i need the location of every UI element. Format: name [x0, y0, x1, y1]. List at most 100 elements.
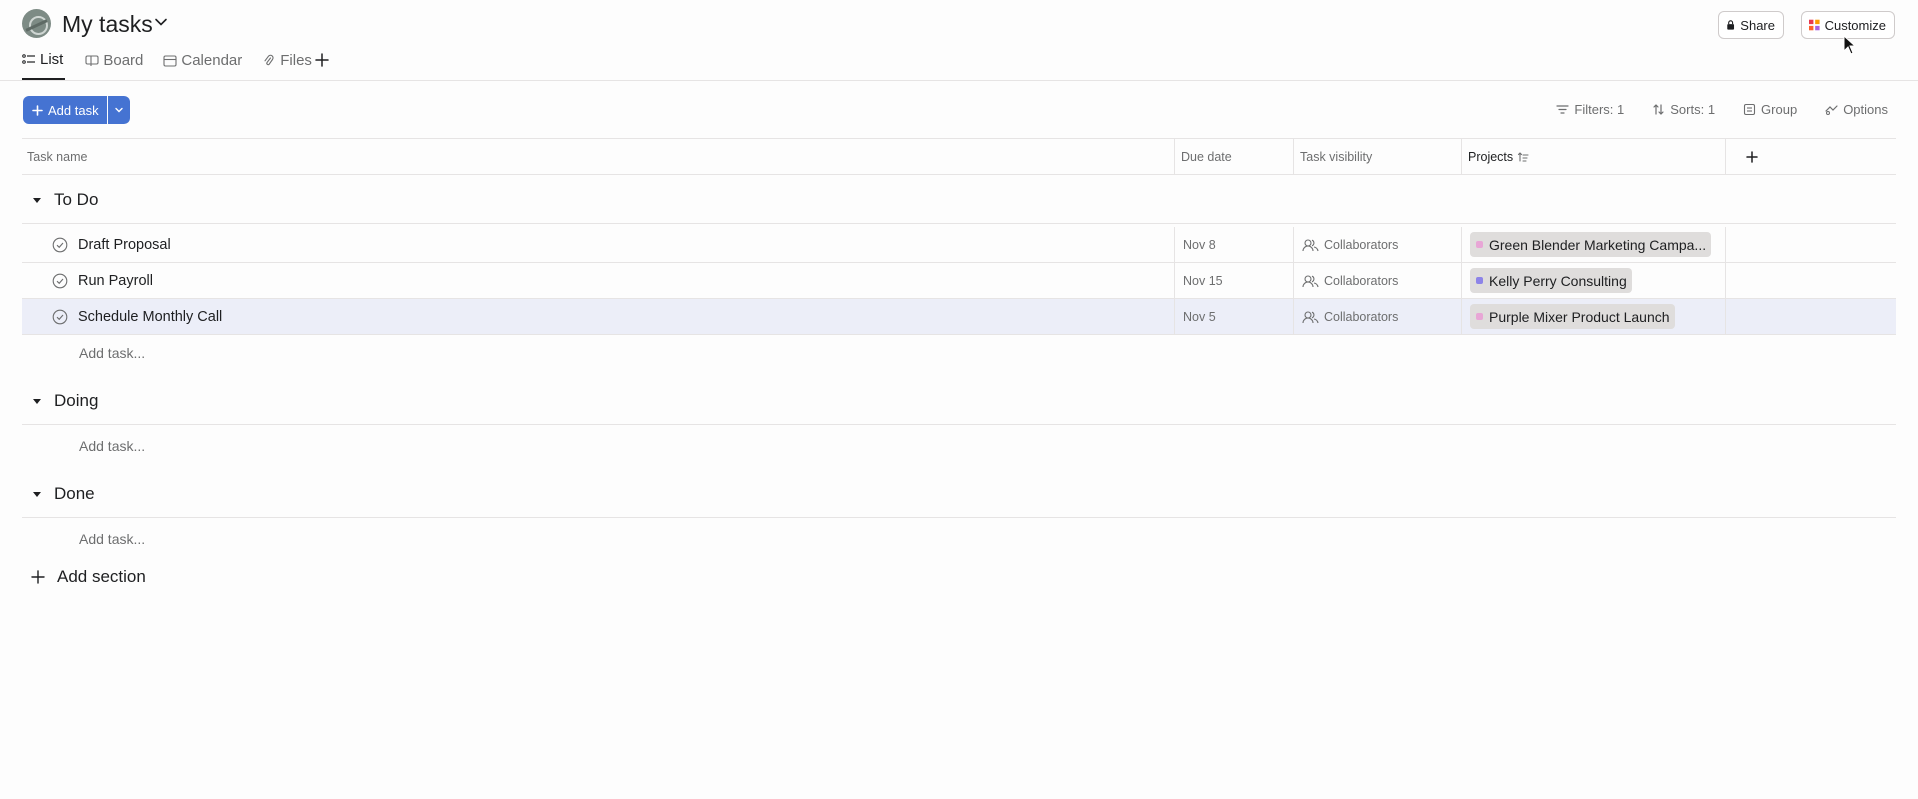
filters-label: Filters: 1: [1574, 101, 1625, 117]
projects-cell[interactable]: Green Blender Marketing Campa...: [1462, 227, 1726, 262]
add-task-placeholder: Add task...: [79, 438, 146, 454]
add-task-row[interactable]: Add task...: [22, 335, 1896, 371]
due-date: Nov 15: [1183, 273, 1223, 288]
task-name-cell[interactable]: Run Payroll: [22, 263, 1175, 298]
options-icon: [1825, 104, 1838, 115]
due-date-cell[interactable]: Nov 8: [1175, 227, 1294, 262]
task-name: Draft Proposal: [78, 236, 171, 253]
check-circle-icon[interactable]: [52, 309, 68, 325]
page-title: My tasks: [62, 11, 153, 37]
section-title: Done: [54, 483, 95, 503]
share-button[interactable]: Share: [1718, 11, 1784, 39]
tab-calendar[interactable]: Calendar: [163, 47, 262, 74]
task-name-cell[interactable]: Draft Proposal: [22, 227, 1175, 262]
check-circle-icon[interactable]: [52, 273, 68, 289]
visibility-label: Collaborators: [1324, 309, 1399, 324]
tab-board[interactable]: Board: [85, 47, 163, 74]
check-circle-icon[interactable]: [52, 237, 68, 253]
view-tabs: List Board Calendar Files: [22, 47, 332, 80]
sort-ascending-icon: [1518, 152, 1529, 162]
add-task-dropdown-button[interactable]: [108, 96, 130, 124]
tab-list[interactable]: List: [22, 47, 66, 80]
filter-icon: [1556, 104, 1570, 114]
project-name: Kelly Perry Consulting: [1489, 272, 1627, 289]
chevron-down-icon[interactable]: [152, 13, 170, 31]
table-row[interactable]: Run Payroll Nov 15 Collaborators Kelly P…: [22, 263, 1896, 299]
sort-icon: [1653, 103, 1664, 115]
project-name: Purple Mixer Product Launch: [1489, 308, 1670, 325]
page-header: My tasks Share Customize List Board Cale…: [0, 0, 1918, 81]
column-header-task-visibility[interactable]: Task visibility: [1294, 139, 1462, 175]
project-color-dot: [1476, 241, 1483, 248]
add-tab-plus-icon[interactable]: [313, 51, 331, 69]
projects-cell[interactable]: Purple Mixer Product Launch: [1462, 299, 1726, 334]
project-pill[interactable]: Green Blender Marketing Campa...: [1470, 232, 1712, 257]
column-label: Task visibility: [1300, 150, 1373, 164]
section-title: Doing: [54, 390, 99, 410]
tab-calendar-label: Calendar: [181, 52, 243, 69]
section-header-done[interactable]: Done: [22, 470, 1896, 518]
due-date-cell[interactable]: Nov 15: [1175, 263, 1294, 298]
add-section-label: Add section: [57, 567, 146, 586]
tab-files-label: Files: [280, 52, 312, 69]
paperclip-icon: [264, 54, 274, 65]
calendar-icon: [163, 54, 177, 67]
caret-down-icon[interactable]: [31, 395, 43, 407]
due-date-cell[interactable]: Nov 5: [1175, 299, 1294, 334]
project-pill[interactable]: Purple Mixer Product Launch: [1470, 304, 1675, 329]
project-pill[interactable]: Kelly Perry Consulting: [1470, 268, 1632, 293]
board-icon: [85, 54, 99, 66]
table-row[interactable]: Schedule Monthly Call Nov 5 Collaborator…: [22, 299, 1896, 335]
add-task-button[interactable]: Add task: [23, 96, 107, 124]
column-header-task-name[interactable]: Task name: [22, 139, 1175, 175]
empty-cell: [1726, 263, 1896, 298]
collaborators-icon: [1302, 238, 1319, 251]
empty-cell: [1726, 299, 1896, 334]
share-label: Share: [1740, 17, 1775, 33]
group-button[interactable]: Group: [1743, 99, 1797, 119]
visibility-label: Collaborators: [1324, 273, 1399, 288]
sorts-label: Sorts: 1: [1670, 101, 1716, 117]
lock-icon: [1727, 20, 1735, 30]
mouse-cursor-icon: [1843, 35, 1857, 55]
due-date: Nov 8: [1183, 237, 1216, 252]
add-task-placeholder: Add task...: [79, 531, 146, 547]
view-toolbar: Filters: 1 Sorts: 1 Group Options: [1556, 99, 1888, 119]
plus-icon: [1746, 151, 1758, 163]
group-label: Group: [1761, 101, 1798, 117]
options-button[interactable]: Options: [1825, 99, 1888, 119]
due-date: Nov 5: [1183, 309, 1216, 324]
add-task-row[interactable]: Add task...: [22, 428, 1896, 464]
add-section-button[interactable]: Add section: [31, 567, 146, 587]
column-header-projects[interactable]: Projects: [1462, 139, 1726, 175]
task-name: Run Payroll: [78, 272, 153, 289]
sorts-button[interactable]: Sorts: 1: [1652, 99, 1715, 119]
options-label: Options: [1843, 101, 1888, 117]
filters-button[interactable]: Filters: 1: [1556, 99, 1624, 119]
section-title: To Do: [54, 189, 99, 209]
caret-down-icon[interactable]: [31, 194, 43, 206]
add-task-row[interactable]: Add task...: [22, 521, 1896, 557]
section-header-doing[interactable]: Doing: [22, 377, 1896, 425]
list-icon: [22, 53, 35, 64]
add-column-button[interactable]: [1726, 139, 1896, 175]
project-color-dot: [1476, 313, 1483, 320]
column-label: Task name: [27, 150, 88, 164]
caret-down-icon[interactable]: [31, 488, 43, 500]
column-label: Due date: [1181, 150, 1232, 164]
project-name: Green Blender Marketing Campa...: [1489, 236, 1707, 253]
avatar[interactable]: [22, 9, 51, 38]
group-icon: [1743, 103, 1756, 115]
table-header: Task name Due date Task visibility Proje…: [22, 138, 1896, 175]
plus-icon: [31, 570, 45, 584]
task-name-cell[interactable]: Schedule Monthly Call: [22, 299, 1175, 334]
section-header-to-do[interactable]: To Do: [22, 176, 1896, 224]
visibility-cell: Collaborators: [1294, 263, 1462, 298]
add-task-placeholder: Add task...: [79, 345, 146, 361]
column-header-due-date[interactable]: Due date: [1175, 139, 1294, 175]
projects-cell[interactable]: Kelly Perry Consulting: [1462, 263, 1726, 298]
plus-icon: [32, 104, 43, 116]
table-row[interactable]: Draft Proposal Nov 8 Collaborators Green…: [22, 227, 1896, 263]
column-label: Projects: [1468, 150, 1514, 164]
visibility-cell: Collaborators: [1294, 227, 1462, 262]
